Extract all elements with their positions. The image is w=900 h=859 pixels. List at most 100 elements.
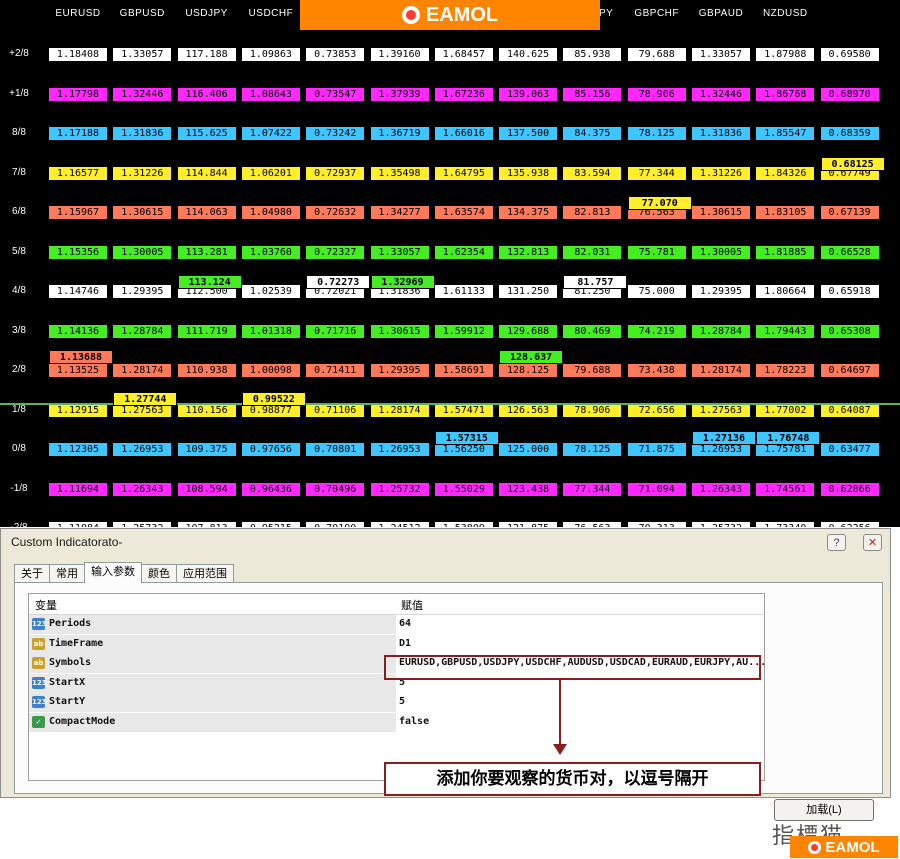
eamol-logo-top: EAMOL [300,0,600,30]
level-cell: 0.65918 [820,285,879,298]
tab-visualization[interactable]: 应用范围 [176,564,234,583]
callout-arrow-line [559,680,561,746]
level-cell: 114.063 [177,206,236,219]
parameter-row[interactable]: ✓ CompactMode false [29,712,764,732]
symbols-highlight-box [384,655,761,680]
level-label: 2/8 [12,364,26,375]
level-cell: 0.96436 [241,482,300,496]
parameter-table: 变量 赋值 123 Periods 64 ab TimeFrame D1 ab Symbols… [28,593,766,781]
symbol-header: GBPAUD [698,8,744,19]
level-label: -2/8 [2,522,36,527]
level-cell: 1.34277 [370,206,429,219]
parameter-value-cell[interactable] [397,615,764,634]
parameter-row[interactable]: ab TimeFrame D1 [29,634,764,654]
level-cell: 0.64697 [820,364,879,377]
tab-common[interactable]: 常用 [49,564,85,583]
level-cell: 1.78223 [756,364,815,377]
level-cell: 0.72327 [306,245,365,259]
level-cell: 1.13525 [49,364,107,377]
level-cell: 140.625 [499,48,558,61]
level-cell: 126.563 [499,403,558,417]
level-cell: 139.063 [499,87,558,101]
param-type-num-icon: 123 [32,696,47,708]
level-cell: 1.27563 [692,403,750,417]
level-cell: 77.344 [563,482,622,496]
tab-colors[interactable]: 颜色 [141,564,177,583]
level-cell: 0.95215 [241,522,300,527]
level-cell: 77.344 [627,166,686,180]
parameter-row[interactable]: 123 StartY 5 [29,693,764,712]
level-cell: 1.83105 [756,206,815,219]
eamol-logo-icon [401,6,420,24]
level-cell: 0.72937 [306,166,365,180]
level-cell: 1.28174 [113,364,172,377]
level-cell: 1.73340 [756,522,815,527]
level-cell: 79.688 [563,364,622,377]
level-cell: 1.15967 [49,206,107,219]
price-marker: 0.68125 [820,156,885,171]
level-cell: 1.86768 [756,87,815,101]
parameter-value-cell[interactable] [397,712,764,732]
parameter-value-cell[interactable] [397,634,764,654]
level-cell: 0.66528 [820,245,879,259]
dialog-title: Custom Indicatorato- [11,535,123,549]
level-cell: 1.30615 [113,206,172,219]
symbol-header: GBPUSD [119,8,165,19]
level-cell: 0.73242 [306,127,365,140]
level-cell: 1.17188 [49,127,107,140]
level-cell: 1.04980 [241,206,300,219]
level-label: 7/8 [12,166,26,178]
parameter-value-cell[interactable] [397,693,764,712]
level-cell: 1.18408 [49,48,107,61]
level-cell: 1.09863 [241,48,300,61]
price-marker: 1.57315 [434,431,499,446]
level-cell: 80.469 [563,324,622,338]
param-type-num-icon: 123 [32,676,47,689]
level-cell: 123.438 [499,482,558,496]
level-label: 3/8 [12,324,26,336]
level-cell: 108.594 [177,482,236,496]
parameter-table-header: 变量 赋值 [29,594,764,615]
level-label: 4/8 [12,285,26,296]
parameter-value[interactable]: 64 [399,618,411,629]
level-cell: 1.35498 [370,166,429,180]
level-cell: 1.28174 [692,364,750,377]
level-cell: 113.281 [177,245,236,259]
parameter-row[interactable]: 123 Periods 64 [29,615,764,634]
level-cell: 1.25732 [113,522,172,527]
level-cell: 1.15356 [49,245,107,259]
level-cell: 1.85547 [756,127,815,140]
level-cell: 1.29395 [370,364,429,377]
level-cell: 1.84326 [756,166,815,180]
level-cell: 0.64087 [820,403,879,417]
help-button[interactable]: ? [827,534,846,551]
parameter-value[interactable]: false [399,716,429,727]
level-cell: 72.656 [627,403,686,417]
level-cell: 1.31226 [692,166,750,180]
level-cell: 1.68457 [434,48,493,61]
parameter-name: StartY [49,696,86,707]
column-value: 赋值 [401,600,423,612]
level-cell: 1.25732 [692,522,750,527]
level-cell: 131.250 [499,285,558,298]
param-type-str-icon: ab [32,637,45,650]
param-type-num-icon: 123 [32,618,47,630]
tab-about[interactable]: 关于 [14,564,50,583]
level-cell: 1.62354 [434,245,493,259]
level-cell: 1.26343 [113,482,172,496]
parameter-value[interactable]: 5 [399,696,405,707]
level-cell: 0.62256 [820,522,879,527]
level-cell: 109.375 [177,443,236,456]
level-cell: 1.03760 [241,245,300,259]
price-marker: 113.124 [177,275,242,290]
parameter-value[interactable]: D1 [399,638,411,649]
tab-inputs[interactable]: 输入参数 [84,562,142,583]
level-cell: 135.938 [499,166,558,180]
level-cell: 0.73547 [306,87,365,101]
level-cell: 1.12915 [49,403,107,417]
level-cell: 0.65308 [820,324,879,338]
level-cell: 1.31836 [692,127,750,140]
parameter-name: Periods [49,618,92,629]
level-cell: 1.26343 [692,482,750,496]
close-button[interactable]: ✕ [863,534,882,551]
